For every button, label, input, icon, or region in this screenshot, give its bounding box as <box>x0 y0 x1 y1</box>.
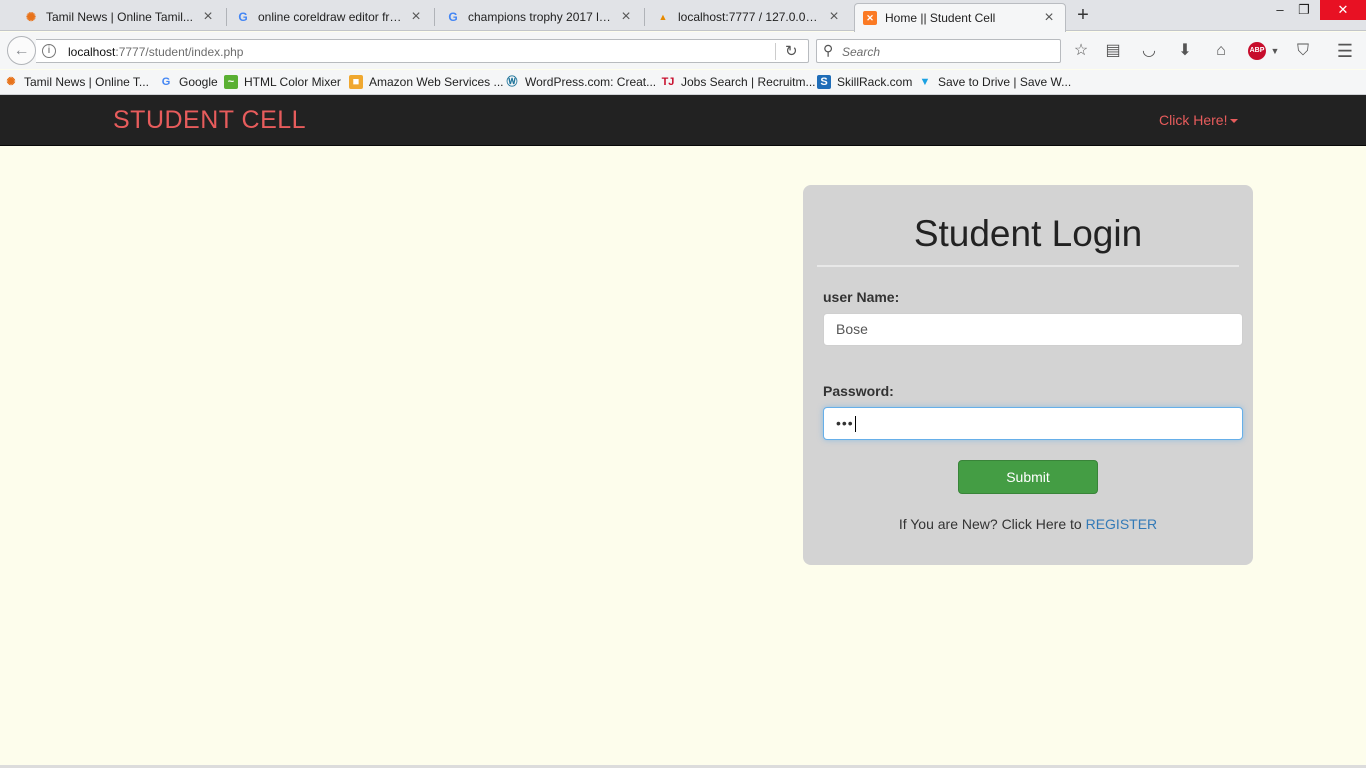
bookmark-item[interactable]: ~ HTML Color Mixer <box>224 75 341 89</box>
bookmarks-bar: ✺ Tamil News | Online T... G Google ~ HTML … <box>0 70 1366 95</box>
bookmark-label: Tamil News | Online T... <box>24 75 149 89</box>
tab-separator <box>226 8 227 26</box>
search-placeholder: Search <box>842 45 881 59</box>
caret-down-icon <box>1230 119 1239 124</box>
shield-icon[interactable]: ⛉ <box>1293 41 1313 61</box>
text-cursor <box>854 416 856 433</box>
tab-tamil-news[interactable]: ✺ Tamil News | Online Tamil... × <box>16 3 224 31</box>
tamil-news-icon: ✺ <box>6 76 16 88</box>
new-tab-button[interactable]: + <box>1072 4 1094 26</box>
chevron-down-icon[interactable]: ▼ <box>1265 41 1285 61</box>
bookmark-item[interactable]: TJ Jobs Search | Recruitm... <box>661 75 816 89</box>
google-icon: G <box>238 10 248 24</box>
username-value: Bose <box>836 321 868 337</box>
bookmark-label: Google <box>179 75 218 89</box>
info-icon[interactable]: i <box>42 44 56 58</box>
close-icon[interactable]: × <box>408 8 424 26</box>
bookmark-label: Jobs Search | Recruitm... <box>681 75 816 89</box>
dropdown-label: Click Here! <box>1159 112 1228 128</box>
url-host: localhost <box>68 45 116 59</box>
bookmark-star-icon[interactable]: ☆ <box>1071 41 1091 61</box>
login-title: Student Login <box>913 213 1143 254</box>
save-to-drive-icon: ▼ <box>919 76 931 88</box>
tab-title: Tamil News | Online Tamil... <box>46 10 193 24</box>
reload-icon[interactable]: ↻ <box>785 42 798 60</box>
register-link[interactable]: REGISTER <box>1086 516 1158 532</box>
url-separator <box>775 43 776 60</box>
close-icon[interactable]: × <box>1041 9 1057 27</box>
tab-separator <box>434 8 435 26</box>
bookmark-label: SkillRack.com <box>837 75 913 89</box>
divider <box>817 265 1239 267</box>
search-icon: ⚲ <box>823 42 834 58</box>
register-prompt-text: If You are New? Click Here to <box>898 516 1082 532</box>
back-button[interactable]: ← <box>7 36 36 65</box>
tab-title: localhost:7777 / 127.0.0.1 |... <box>678 10 820 24</box>
bookmark-label: WordPress.com: Creat... <box>525 75 657 89</box>
bookmark-item[interactable]: Ⓦ WordPress.com: Creat... <box>505 75 657 89</box>
menu-icon[interactable]: ☰ <box>1335 41 1355 61</box>
skillrack-icon: S <box>817 75 831 89</box>
close-icon[interactable]: × <box>618 8 634 26</box>
adblock-label: ABP <box>1249 47 1265 54</box>
reading-list-icon[interactable]: ▤ <box>1103 41 1123 61</box>
pocket-icon[interactable]: ◡ <box>1139 41 1159 61</box>
login-panel: Student Login user Name: Bose Password: … <box>803 185 1253 565</box>
submit-button[interactable]: Submit <box>958 460 1098 494</box>
bookmark-label: Save to Drive | Save W... <box>938 75 1072 89</box>
site-navbar: STUDENT CELL Click Here! <box>0 95 1366 146</box>
tab-title: online coreldraw editor fre... <box>258 10 402 24</box>
bookmark-item[interactable]: ▼ Save to Drive | Save W... <box>918 75 1072 89</box>
timesjobs-icon: TJ <box>661 76 675 88</box>
download-icon[interactable]: ⬇ <box>1175 41 1195 61</box>
tamil-news-icon: ✺ <box>25 10 37 24</box>
username-field[interactable]: Bose <box>823 313 1243 346</box>
tab-champions-trophy[interactable]: G champions trophy 2017 liv... × <box>438 3 642 31</box>
bookmark-label: Amazon Web Services ... <box>369 75 504 89</box>
browser-toolbar: i localhost:7777/student/index.php ↻ ← ⚲… <box>0 32 1366 69</box>
url-text: localhost:7777/student/index.php <box>68 45 243 59</box>
google-icon: G <box>161 76 171 88</box>
tab-title: champions trophy 2017 liv... <box>468 10 612 24</box>
tab-student-cell[interactable]: ✕ Home || Student Cell × <box>854 3 1066 32</box>
google-icon: G <box>448 10 458 24</box>
tab-phpmyadmin[interactable]: ▲ localhost:7777 / 127.0.0.1 |... × <box>648 3 850 31</box>
tab-title: Home || Student Cell <box>885 11 996 25</box>
bookmark-item[interactable]: G Google <box>159 75 218 89</box>
url-path: :7777/student/index.php <box>115 45 244 59</box>
home-icon[interactable]: ⌂ <box>1211 41 1231 61</box>
search-input[interactable]: ⚲ Search <box>816 39 1061 63</box>
username-label: user Name: <box>823 289 900 305</box>
password-label: Password: <box>823 383 894 399</box>
phpmyadmin-icon: ▲ <box>658 12 668 22</box>
color-mixer-icon: ~ <box>224 75 238 89</box>
site-brand[interactable]: STUDENT CELL <box>113 106 306 135</box>
aws-icon: ■ <box>349 75 363 89</box>
tab-strip: ✺ Tamil News | Online Tamil... × G onlin… <box>0 0 1366 32</box>
bookmark-label: HTML Color Mixer <box>244 75 341 89</box>
tab-coreldraw[interactable]: G online coreldraw editor fre... × <box>228 3 432 31</box>
xampp-icon: ✕ <box>863 11 877 25</box>
wordpress-icon: Ⓦ <box>506 76 518 88</box>
register-prompt: If You are New? Click Here to REGISTER <box>803 516 1253 532</box>
password-field[interactable]: ••• <box>823 407 1243 440</box>
close-icon[interactable]: × <box>826 8 842 26</box>
bookmark-item[interactable]: S SkillRack.com <box>817 75 912 89</box>
close-icon[interactable]: × <box>200 8 216 26</box>
window-close-button[interactable]: ✕ <box>1320 0 1366 20</box>
bookmark-item[interactable]: ✺ Tamil News | Online T... <box>4 75 149 89</box>
bookmark-item[interactable]: ■ Amazon Web Services ... <box>349 75 504 89</box>
tab-separator <box>644 8 645 26</box>
url-bar[interactable]: i localhost:7777/student/index.php ↻ <box>36 39 809 63</box>
adblock-plus-icon[interactable]: ABP <box>1248 42 1266 60</box>
password-mask: ••• <box>836 415 854 431</box>
click-here-dropdown[interactable]: Click Here! <box>1159 112 1239 128</box>
